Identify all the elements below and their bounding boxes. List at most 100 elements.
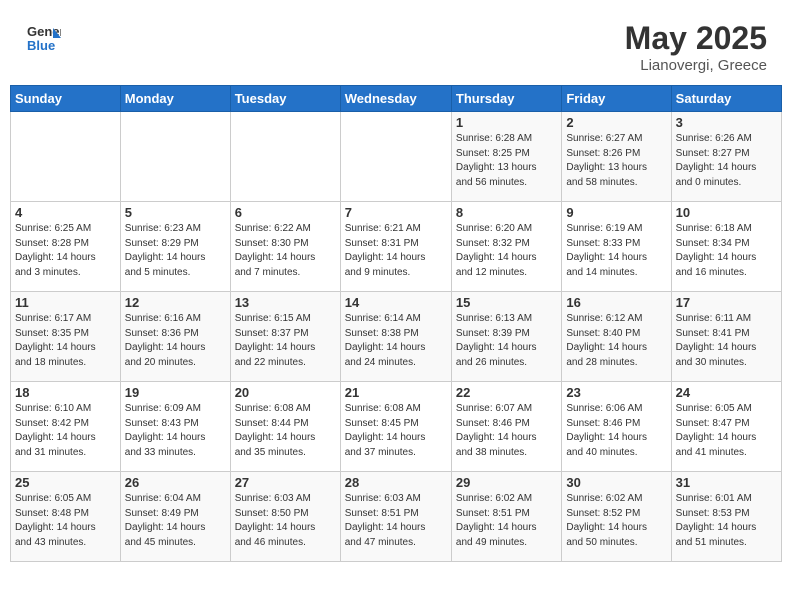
weekday-header-row: SundayMondayTuesdayWednesdayThursdayFrid… bbox=[11, 86, 782, 112]
weekday-header: Sunday bbox=[11, 86, 121, 112]
day-number: 7 bbox=[345, 205, 447, 220]
calendar-cell: 16 Sunrise: 6:12 AM Sunset: 8:40 PM Dayli… bbox=[562, 292, 671, 382]
svg-text:Blue: Blue bbox=[27, 38, 55, 53]
day-detail: Sunrise: 6:13 AM Sunset: 8:39 PM Dayligh… bbox=[456, 312, 557, 370]
day-detail: Sunrise: 6:28 AM Sunset: 8:25 PM Dayligh… bbox=[456, 132, 557, 190]
calendar-cell: 3 Sunrise: 6:26 AM Sunset: 8:27 PM Daylig… bbox=[671, 112, 781, 202]
day-number: 11 bbox=[15, 295, 116, 310]
calendar-cell: 18Sunrise: 6:10 AM Sunset: 8:42 PM Dayli… bbox=[11, 382, 121, 472]
month-year: May 2025 bbox=[625, 20, 767, 57]
day-detail: Sunrise: 6:02 AM Sunset: 8:51 PM Dayligh… bbox=[456, 492, 557, 550]
calendar-cell: 23 Sunrise: 6:06 AM Sunset: 8:46 PM Dayli… bbox=[562, 382, 671, 472]
title-block: May 2025 Lianovergi, Greece bbox=[625, 20, 767, 74]
day-number: 22 bbox=[456, 385, 557, 400]
day-number: 14 bbox=[345, 295, 447, 310]
day-detail: Sunrise: 6:23 AM Sunset: 8:29 PM Dayligh… bbox=[125, 222, 226, 280]
day-number: 28 bbox=[345, 475, 447, 490]
day-detail: Sunrise: 6:03 AM Sunset: 8:51 PM Dayligh… bbox=[345, 492, 447, 550]
day-number: 5 bbox=[125, 205, 226, 220]
day-number: 24 bbox=[676, 385, 777, 400]
calendar-cell: 2 Sunrise: 6:27 AM Sunset: 8:26 PM Daylig… bbox=[562, 112, 671, 202]
day-number: 23 bbox=[566, 385, 666, 400]
calendar-week-row: 25Sunrise: 6:05 AM Sunset: 8:48 PM Dayli… bbox=[11, 472, 782, 562]
day-number: 12 bbox=[125, 295, 226, 310]
calendar-cell: 7 Sunrise: 6:21 AM Sunset: 8:31 PM Daylig… bbox=[340, 202, 451, 292]
day-detail: Sunrise: 6:15 AM Sunset: 8:37 PM Dayligh… bbox=[235, 312, 336, 370]
day-detail: Sunrise: 6:11 AM Sunset: 8:41 PM Dayligh… bbox=[676, 312, 777, 370]
calendar-cell bbox=[340, 112, 451, 202]
day-detail: Sunrise: 6:22 AM Sunset: 8:30 PM Dayligh… bbox=[235, 222, 336, 280]
day-detail: Sunrise: 6:26 AM Sunset: 8:27 PM Dayligh… bbox=[676, 132, 777, 190]
calendar-cell: 9 Sunrise: 6:19 AM Sunset: 8:33 PM Daylig… bbox=[562, 202, 671, 292]
day-number: 30 bbox=[566, 475, 666, 490]
page-header: General Blue May 2025 Lianovergi, Greece bbox=[10, 10, 782, 79]
day-detail: Sunrise: 6:03 AM Sunset: 8:50 PM Dayligh… bbox=[235, 492, 336, 550]
calendar-cell: 1 Sunrise: 6:28 AM Sunset: 8:25 PM Daylig… bbox=[451, 112, 561, 202]
day-number: 3 bbox=[676, 115, 777, 130]
calendar-cell: 31Sunrise: 6:01 AM Sunset: 8:53 PM Dayli… bbox=[671, 472, 781, 562]
day-detail: Sunrise: 6:04 AM Sunset: 8:49 PM Dayligh… bbox=[125, 492, 226, 550]
weekday-header: Monday bbox=[120, 86, 230, 112]
day-detail: Sunrise: 6:18 AM Sunset: 8:34 PM Dayligh… bbox=[676, 222, 777, 280]
weekday-header: Tuesday bbox=[230, 86, 340, 112]
day-detail: Sunrise: 6:16 AM Sunset: 8:36 PM Dayligh… bbox=[125, 312, 226, 370]
calendar-cell: 17 Sunrise: 6:11 AM Sunset: 8:41 PM Dayli… bbox=[671, 292, 781, 382]
calendar-cell: 15 Sunrise: 6:13 AM Sunset: 8:39 PM Dayli… bbox=[451, 292, 561, 382]
day-detail: Sunrise: 6:25 AM Sunset: 8:28 PM Dayligh… bbox=[15, 222, 116, 280]
calendar-cell: 11Sunrise: 6:17 AM Sunset: 8:35 PM Dayli… bbox=[11, 292, 121, 382]
calendar-cell: 29 Sunrise: 6:02 AM Sunset: 8:51 PM Dayli… bbox=[451, 472, 561, 562]
day-number: 19 bbox=[125, 385, 226, 400]
calendar-cell: 28 Sunrise: 6:03 AM Sunset: 8:51 PM Dayli… bbox=[340, 472, 451, 562]
calendar-cell: 5 Sunrise: 6:23 AM Sunset: 8:29 PM Daylig… bbox=[120, 202, 230, 292]
calendar-cell: 24Sunrise: 6:05 AM Sunset: 8:47 PM Dayli… bbox=[671, 382, 781, 472]
day-detail: Sunrise: 6:09 AM Sunset: 8:43 PM Dayligh… bbox=[125, 402, 226, 460]
weekday-header: Friday bbox=[562, 86, 671, 112]
day-number: 16 bbox=[566, 295, 666, 310]
calendar-cell: 19 Sunrise: 6:09 AM Sunset: 8:43 PM Dayli… bbox=[120, 382, 230, 472]
day-number: 29 bbox=[456, 475, 557, 490]
day-number: 27 bbox=[235, 475, 336, 490]
calendar-cell: 12 Sunrise: 6:16 AM Sunset: 8:36 PM Dayli… bbox=[120, 292, 230, 382]
day-number: 17 bbox=[676, 295, 777, 310]
day-detail: Sunrise: 6:21 AM Sunset: 8:31 PM Dayligh… bbox=[345, 222, 447, 280]
calendar-cell: 30 Sunrise: 6:02 AM Sunset: 8:52 PM Dayli… bbox=[562, 472, 671, 562]
calendar-cell: 20 Sunrise: 6:08 AM Sunset: 8:44 PM Dayli… bbox=[230, 382, 340, 472]
day-number: 2 bbox=[566, 115, 666, 130]
day-number: 20 bbox=[235, 385, 336, 400]
day-detail: Sunrise: 6:27 AM Sunset: 8:26 PM Dayligh… bbox=[566, 132, 666, 190]
day-detail: Sunrise: 6:02 AM Sunset: 8:52 PM Dayligh… bbox=[566, 492, 666, 550]
day-number: 4 bbox=[15, 205, 116, 220]
day-number: 1 bbox=[456, 115, 557, 130]
calendar-week-row: 18Sunrise: 6:10 AM Sunset: 8:42 PM Dayli… bbox=[11, 382, 782, 472]
day-number: 9 bbox=[566, 205, 666, 220]
calendar-cell: 8 Sunrise: 6:20 AM Sunset: 8:32 PM Daylig… bbox=[451, 202, 561, 292]
day-detail: Sunrise: 6:20 AM Sunset: 8:32 PM Dayligh… bbox=[456, 222, 557, 280]
calendar-cell: 10Sunrise: 6:18 AM Sunset: 8:34 PM Dayli… bbox=[671, 202, 781, 292]
calendar-cell bbox=[11, 112, 121, 202]
calendar-cell: 27 Sunrise: 6:03 AM Sunset: 8:50 PM Dayli… bbox=[230, 472, 340, 562]
day-detail: Sunrise: 6:05 AM Sunset: 8:48 PM Dayligh… bbox=[15, 492, 116, 550]
day-detail: Sunrise: 6:12 AM Sunset: 8:40 PM Dayligh… bbox=[566, 312, 666, 370]
day-number: 8 bbox=[456, 205, 557, 220]
calendar-cell: 14 Sunrise: 6:14 AM Sunset: 8:38 PM Dayli… bbox=[340, 292, 451, 382]
logo-icon: General Blue bbox=[25, 20, 61, 56]
calendar-cell: 13 Sunrise: 6:15 AM Sunset: 8:37 PM Dayli… bbox=[230, 292, 340, 382]
calendar-cell: 21Sunrise: 6:08 AM Sunset: 8:45 PM Dayli… bbox=[340, 382, 451, 472]
calendar-table: SundayMondayTuesdayWednesdayThursdayFrid… bbox=[10, 85, 782, 562]
day-number: 18 bbox=[15, 385, 116, 400]
day-number: 6 bbox=[235, 205, 336, 220]
location: Lianovergi, Greece bbox=[625, 57, 767, 74]
day-detail: Sunrise: 6:08 AM Sunset: 8:44 PM Dayligh… bbox=[235, 402, 336, 460]
day-number: 15 bbox=[456, 295, 557, 310]
calendar-cell: 6 Sunrise: 6:22 AM Sunset: 8:30 PM Daylig… bbox=[230, 202, 340, 292]
day-number: 31 bbox=[676, 475, 777, 490]
calendar-week-row: 1 Sunrise: 6:28 AM Sunset: 8:25 PM Daylig… bbox=[11, 112, 782, 202]
day-detail: Sunrise: 6:19 AM Sunset: 8:33 PM Dayligh… bbox=[566, 222, 666, 280]
calendar-cell: 26 Sunrise: 6:04 AM Sunset: 8:49 PM Dayli… bbox=[120, 472, 230, 562]
day-detail: Sunrise: 6:06 AM Sunset: 8:46 PM Dayligh… bbox=[566, 402, 666, 460]
day-number: 26 bbox=[125, 475, 226, 490]
day-detail: Sunrise: 6:14 AM Sunset: 8:38 PM Dayligh… bbox=[345, 312, 447, 370]
calendar-cell bbox=[120, 112, 230, 202]
day-number: 13 bbox=[235, 295, 336, 310]
weekday-header: Thursday bbox=[451, 86, 561, 112]
